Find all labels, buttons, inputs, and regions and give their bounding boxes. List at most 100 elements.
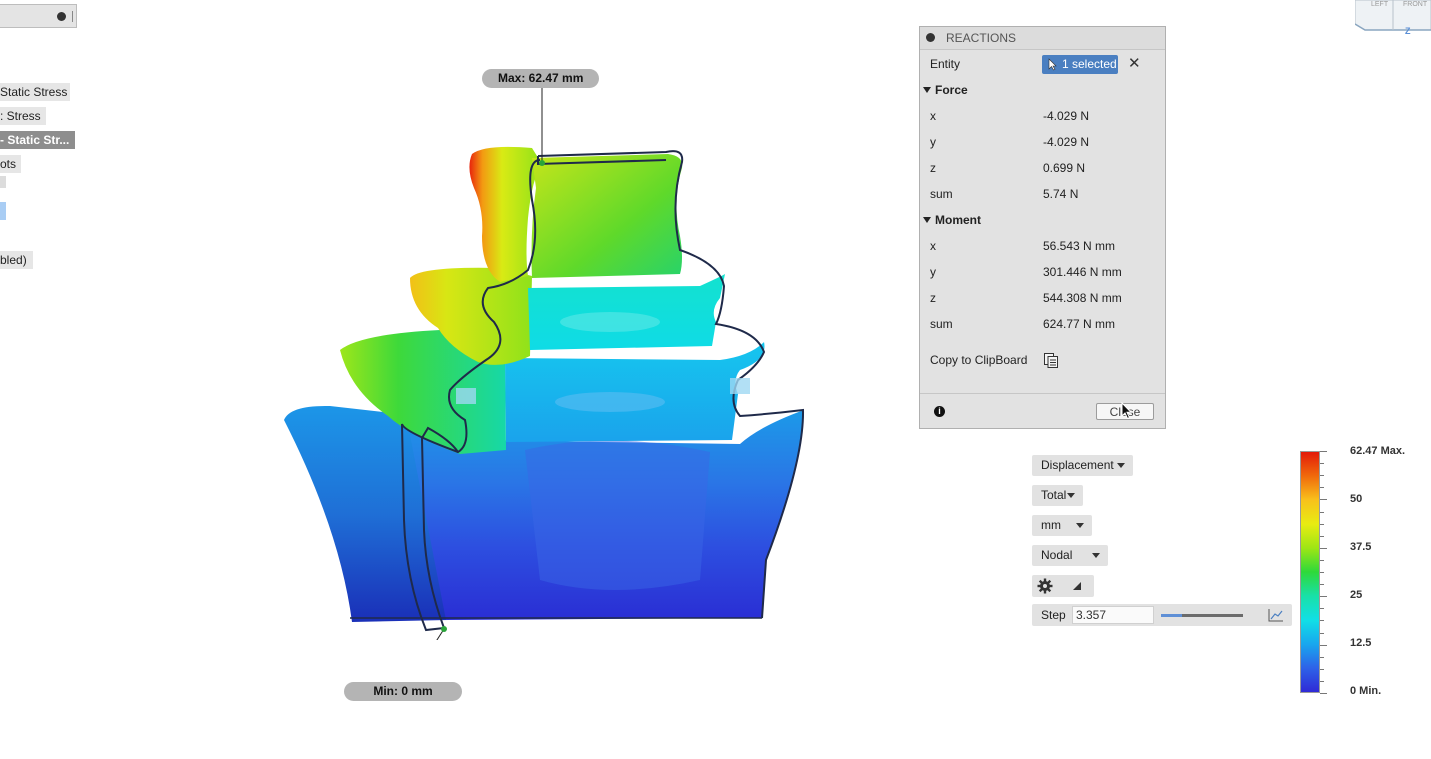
legend-tick: [1320, 657, 1324, 658]
legend-tick: [1320, 560, 1324, 561]
display-value: Nodal: [1041, 548, 1073, 562]
browser-item-disabled[interactable]: bled): [0, 251, 33, 269]
max-probe-label[interactable]: Max: 62.47 mm: [482, 69, 600, 88]
force-y-label: y: [930, 135, 936, 149]
legend-tick: [1320, 620, 1324, 621]
legend-label-12-5: 12.5: [1350, 637, 1372, 649]
legend-tick: [1320, 608, 1324, 609]
moment-x-row: x 56.543 N mm: [920, 233, 1165, 259]
copy-clipboard-row: Copy to ClipBoard: [920, 347, 1165, 373]
moment-y-row: y 301.446 N mm: [920, 259, 1165, 285]
force-z-label: z: [930, 161, 936, 175]
collapse-triangle-icon[interactable]: [923, 217, 931, 223]
displacement-color-legend: [1300, 451, 1320, 693]
browser-header-fragment[interactable]: [0, 4, 77, 28]
moment-x-label: x: [930, 239, 936, 253]
step-label: Step: [1041, 608, 1066, 622]
tier-1-inner-surface: [531, 154, 683, 278]
moment-y-value: 301.446 N mm: [1043, 265, 1122, 279]
reactions-dialog: REACTIONS Entity 1 selected ✕ Force x -4.…: [919, 26, 1166, 429]
legend-tick: [1320, 572, 1324, 573]
legend-label-37-5: 37.5: [1350, 541, 1372, 553]
browser-item-fragment[interactable]: [0, 176, 6, 188]
copy-clipboard-label: Copy to ClipBoard: [930, 353, 1028, 367]
viewcube-face-label: LEFT: [1371, 1, 1389, 8]
component-value: Total: [1041, 488, 1067, 502]
chevron-down-icon: [1076, 523, 1084, 528]
legend-tick: [1320, 584, 1324, 585]
browser-item-label: : Stress: [0, 109, 41, 123]
step-slider-fill: [1161, 614, 1182, 617]
legend-tick: [1320, 548, 1327, 549]
component-dropdown[interactable]: Total: [1032, 485, 1083, 506]
tier-2-highlight: [560, 312, 660, 332]
step-slider[interactable]: [1161, 614, 1243, 617]
legend-tick: [1320, 475, 1324, 476]
viewcube[interactable]: LEFT FRONT Z: [1355, 0, 1431, 36]
browser-item-static-stress[interactable]: Static Stress: [0, 83, 70, 101]
min-probe-label[interactable]: Min: 0 mm: [344, 682, 462, 701]
tier-3-highlight: [555, 392, 665, 412]
result-type-dropdown[interactable]: Displacement: [1032, 455, 1133, 476]
units-dropdown[interactable]: mm: [1032, 515, 1092, 536]
browser-item-label: ots: [0, 157, 17, 171]
tier-2-inner-surface: [528, 274, 725, 350]
pointer-arrow-icon: [1048, 58, 1057, 71]
force-x-row: x -4.029 N: [920, 103, 1165, 129]
clipboard-icon[interactable]: [1044, 353, 1058, 368]
tier-3-inner-surface: [505, 342, 765, 442]
legend-tick: [1320, 693, 1327, 694]
browser-item-highlight[interactable]: [0, 202, 6, 220]
info-icon[interactable]: i: [934, 406, 945, 417]
browser-item-results[interactable]: ots: [0, 155, 21, 173]
expand-corner-icon[interactable]: [1072, 581, 1082, 591]
result-type-value: Displacement: [1041, 458, 1114, 472]
force-z-row: z 0.699 N: [920, 155, 1165, 181]
collapse-triangle-icon[interactable]: [923, 87, 931, 93]
chevron-down-icon: [1117, 463, 1125, 468]
force-header-label: Force: [935, 83, 968, 97]
load-marker: [456, 388, 476, 404]
displacement-model-viewport[interactable]: [270, 60, 815, 640]
entity-label: Entity: [930, 57, 961, 71]
step-value-input[interactable]: [1072, 606, 1154, 624]
browser-item-label: - Static Str...: [0, 133, 70, 147]
legend-tick: [1320, 645, 1327, 646]
pin-icon[interactable]: [57, 12, 66, 21]
moment-z-label: z: [930, 291, 936, 305]
chevron-down-icon: [1067, 493, 1075, 498]
viewcube-face-label: FRONT: [1403, 1, 1428, 8]
collapse-icon[interactable]: [926, 33, 935, 42]
dialog-header[interactable]: REACTIONS: [920, 27, 1165, 50]
chevron-down-icon: [1092, 553, 1100, 558]
force-section-header[interactable]: Force: [920, 77, 1165, 103]
force-sum-row: sum 5.74 N: [920, 181, 1165, 207]
force-x-label: x: [930, 109, 936, 123]
browser-item-stress[interactable]: : Stress: [0, 107, 46, 125]
moment-z-row: z 544.308 N mm: [920, 285, 1165, 311]
units-value: mm: [1041, 518, 1061, 532]
legend-tick: [1320, 633, 1324, 634]
clear-selection-icon[interactable]: ✕: [1128, 51, 1141, 77]
load-marker: [730, 378, 750, 394]
legend-tick: [1320, 681, 1324, 682]
browser-item-label: Static Stress: [0, 85, 68, 99]
z-axis-label: Z: [1405, 26, 1411, 36]
legend-tick: [1320, 451, 1327, 452]
legend-label-min: 0 Min.: [1350, 685, 1382, 697]
entity-selection-button[interactable]: 1 selected: [1042, 55, 1118, 74]
browser-item-selected-study[interactable]: - Static Str...: [0, 131, 75, 149]
graph-icon[interactable]: [1268, 608, 1284, 622]
legend-tick: [1320, 669, 1324, 670]
force-sum-label: sum: [930, 187, 953, 201]
moment-y-label: y: [930, 265, 936, 279]
gear-icon[interactable]: [1037, 578, 1053, 594]
moment-section-header[interactable]: Moment: [920, 207, 1165, 233]
max-probe-point: [539, 160, 545, 166]
moment-sum-row: sum 624.77 N mm: [920, 311, 1165, 337]
legend-tick: [1320, 512, 1324, 513]
display-dropdown[interactable]: Nodal: [1032, 545, 1108, 566]
legend-tick: [1320, 463, 1324, 464]
entity-selection-count: 1 selected: [1062, 57, 1117, 71]
divider: [72, 11, 73, 22]
